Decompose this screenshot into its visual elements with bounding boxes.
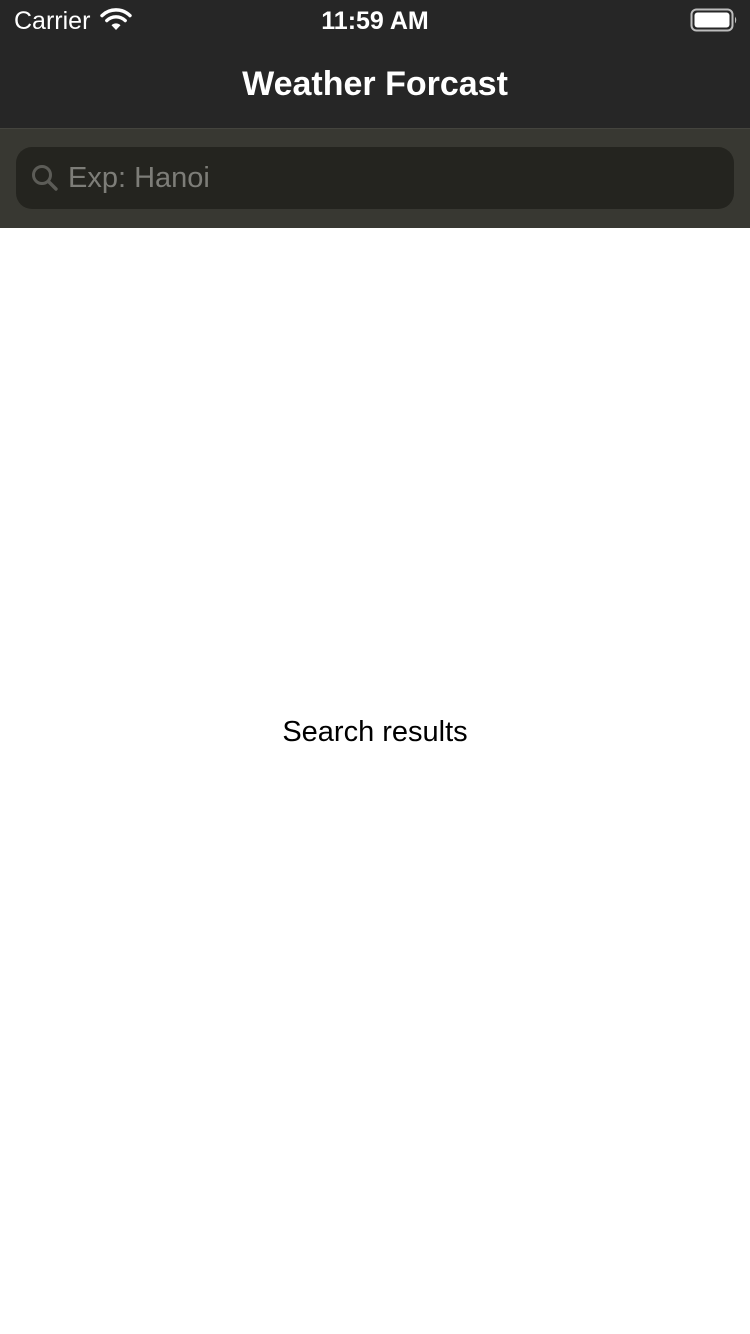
search-results-label: Search results — [282, 716, 468, 748]
search-icon — [32, 165, 58, 191]
search-input[interactable] — [68, 147, 718, 209]
search-field[interactable] — [16, 147, 734, 209]
page-title: Weather Forcast — [242, 65, 508, 103]
navigation-bar: Carrier 11:59 AM Weather Forcast — [0, 0, 750, 128]
battery-icon — [690, 8, 737, 32]
screen: Carrier 11:59 AM Weather Forcast Sea — [0, 0, 750, 1334]
search-bar — [0, 128, 750, 228]
status-time: 11:59 AM — [321, 7, 429, 35]
status-bar: Carrier 11:59 AM — [0, 0, 750, 42]
search-results-area: Search results — [0, 228, 750, 1334]
